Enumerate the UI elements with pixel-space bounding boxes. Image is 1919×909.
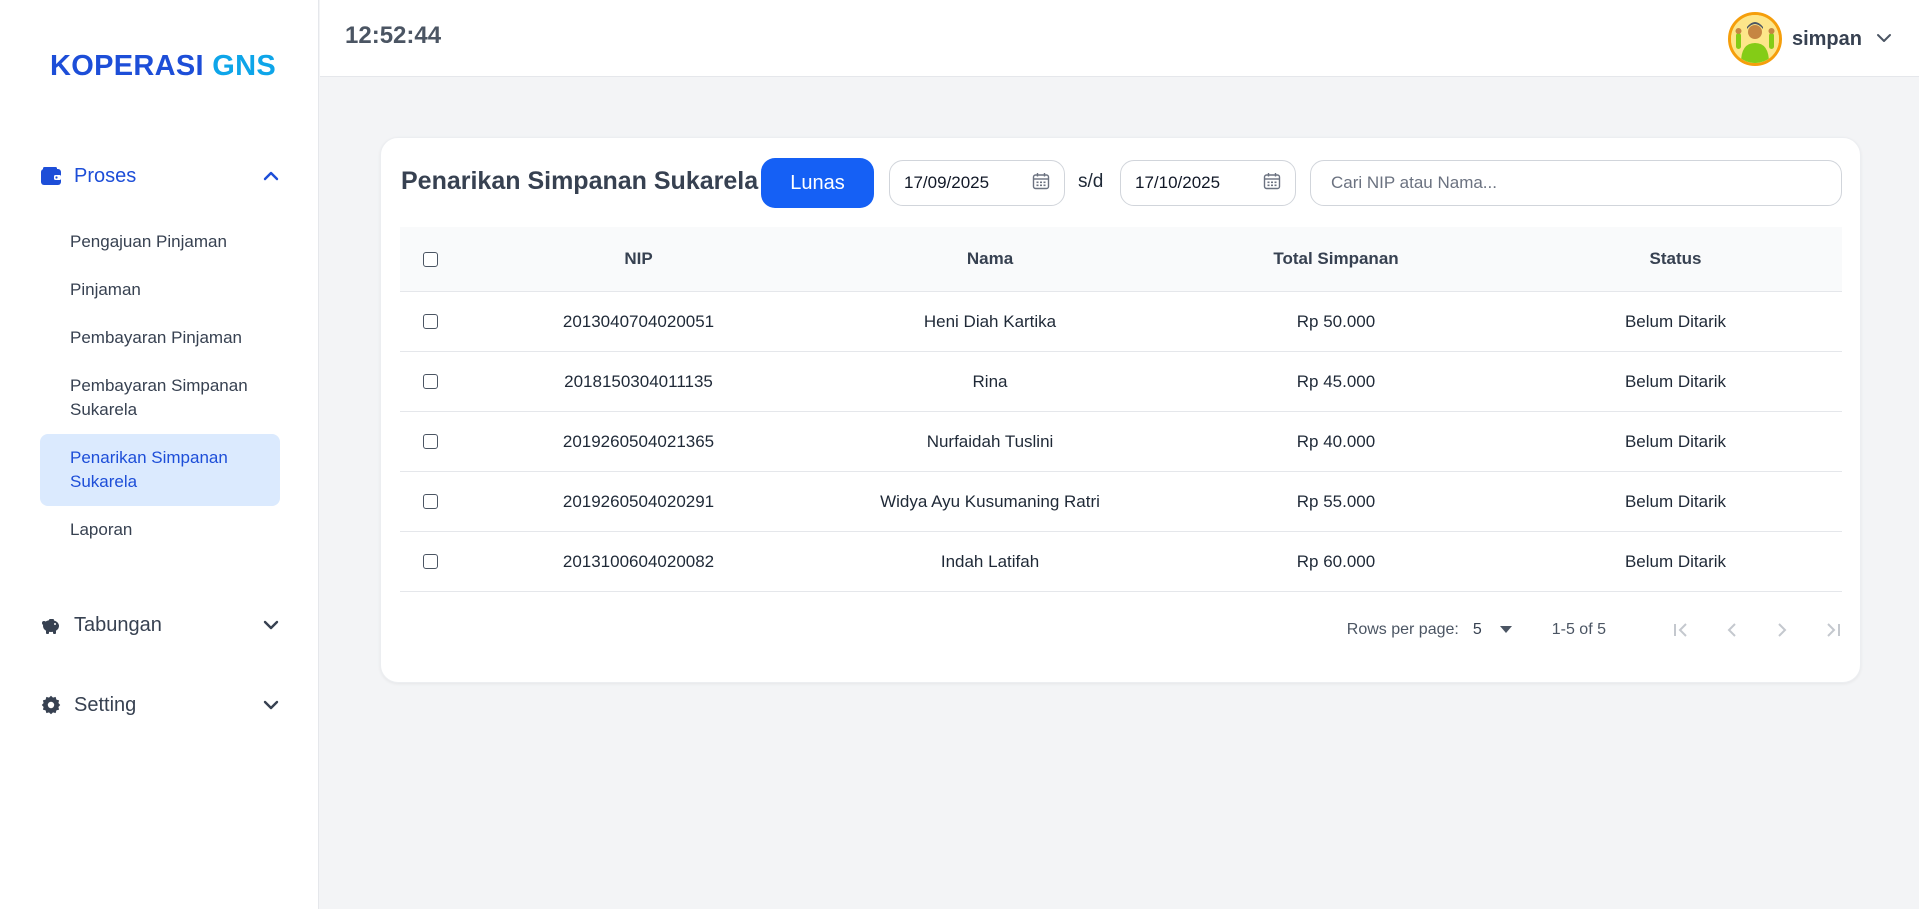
rows-per-page-label: Rows per page: bbox=[1346, 621, 1459, 638]
row-select-cell bbox=[400, 494, 460, 509]
table-row[interactable]: 2013100604020082 Indah Latifah Rp 60.000… bbox=[400, 532, 1842, 592]
brand-logo[interactable]: KOPERASI GNS bbox=[50, 50, 276, 83]
select-all-cell bbox=[400, 251, 460, 267]
sidebar-item-penarikan-simpanan-sukarela[interactable]: Penarikan Simpanan Sukarela bbox=[40, 434, 280, 506]
row-select-cell bbox=[400, 314, 460, 329]
cell-total-simpanan: Rp 55.000 bbox=[1296, 491, 1376, 511]
piggy-bank-icon bbox=[40, 614, 62, 636]
cell-nip: 2013100604020082 bbox=[562, 551, 715, 571]
caret-down-icon bbox=[1499, 621, 1512, 639]
cell-nama: Indah Latifah bbox=[940, 551, 1040, 571]
date-from-field[interactable]: 17/09/2025 bbox=[889, 160, 1065, 206]
search-input[interactable] bbox=[1310, 160, 1842, 206]
calendar-icon[interactable] bbox=[1032, 172, 1050, 195]
select-all-checkbox[interactable] bbox=[422, 251, 438, 267]
withdrawal-table: NIP Nama Total Simpanan Status 201304070… bbox=[400, 227, 1842, 592]
table-row[interactable]: 2019260504020291 Widya Ayu Kusumaning Ra… bbox=[400, 472, 1842, 532]
user-menu[interactable]: simpan bbox=[1727, 11, 1892, 67]
cell-status: Belum Ditarik bbox=[1509, 549, 1842, 575]
sidebar-group-proses[interactable]: Proses bbox=[40, 158, 280, 194]
table-header-row: NIP Nama Total Simpanan Status bbox=[400, 227, 1842, 292]
cell-total-simpanan: Rp 50.000 bbox=[1296, 311, 1376, 331]
avatar bbox=[1727, 12, 1782, 66]
chevron-up-icon bbox=[262, 167, 280, 185]
previous-page-icon[interactable] bbox=[1720, 618, 1744, 642]
status-badge: Belum Ditarik bbox=[1624, 431, 1727, 451]
gear-icon bbox=[40, 694, 62, 716]
sidebar-item-pembayaran-pinjaman[interactable]: Pembayaran Pinjaman bbox=[40, 314, 280, 362]
next-page-icon[interactable] bbox=[1770, 618, 1794, 642]
date-to-field[interactable]: 17/10/2025 bbox=[1120, 160, 1296, 206]
sidebar-item-pembayaran-simpanan-sukarela[interactable]: Pembayaran Simpanan Sukarela bbox=[40, 362, 280, 434]
sidebar-group-setting[interactable]: Setting bbox=[40, 687, 280, 723]
cell-nama: Heni Diah Kartika bbox=[923, 311, 1057, 331]
rows-per-page-value: 5 bbox=[1472, 621, 1482, 638]
row-select-cell bbox=[400, 434, 460, 449]
column-header-total-simpanan[interactable]: Total Simpanan bbox=[1163, 249, 1509, 269]
chevron-down-icon bbox=[1876, 30, 1892, 48]
column-header-status[interactable]: Status bbox=[1509, 249, 1842, 269]
table-row[interactable]: 2013040704020051 Heni Diah Kartika Rp 50… bbox=[400, 292, 1842, 352]
rows-per-page-select[interactable]: 5 bbox=[1473, 621, 1512, 639]
table-row[interactable]: 2018150304011135 Rina Rp 45.000 Belum Di… bbox=[400, 352, 1842, 412]
sidebar-item-laporan[interactable]: Laporan bbox=[40, 506, 280, 554]
sidebar-item-pinjaman[interactable]: Pinjaman bbox=[40, 266, 280, 314]
row-select-cell bbox=[400, 374, 460, 389]
date-from-value: 17/09/2025 bbox=[904, 173, 990, 192]
brand-primary: KOPERASI bbox=[50, 50, 204, 82]
page-title: Penarikan Simpanan Sukarela bbox=[401, 167, 759, 195]
date-to-value: 17/10/2025 bbox=[1135, 173, 1221, 192]
row-select-cell bbox=[400, 554, 460, 569]
cell-nama: Rina bbox=[972, 371, 1008, 391]
sidebar-item-pengajuan-pinjaman[interactable]: Pengajuan Pinjaman bbox=[40, 218, 280, 266]
sidebar-nav-proses: Pengajuan Pinjaman Pinjaman Pembayaran P… bbox=[40, 218, 280, 554]
row-checkbox[interactable] bbox=[422, 494, 438, 509]
row-checkbox[interactable] bbox=[422, 374, 438, 389]
cell-nama: Widya Ayu Kusumaning Ratri bbox=[880, 491, 1100, 511]
brand-secondary: GNS bbox=[212, 50, 276, 82]
status-badge: Belum Ditarik bbox=[1624, 551, 1727, 571]
pagination: Rows per page: 5 1-5 of 5 bbox=[1347, 615, 1844, 645]
table-row[interactable]: 2019260504021365 Nurfaidah Tuslini Rp 40… bbox=[400, 412, 1842, 472]
lunas-button[interactable]: Lunas bbox=[761, 158, 874, 208]
chevron-down-icon bbox=[262, 696, 280, 714]
date-separator: s/d bbox=[1078, 171, 1104, 192]
row-checkbox[interactable] bbox=[422, 554, 438, 569]
cell-nama: Nurfaidah Tuslini bbox=[926, 431, 1054, 451]
cell-status: Belum Ditarik bbox=[1509, 309, 1842, 335]
cell-status: Belum Ditarik bbox=[1509, 429, 1842, 455]
cell-nip: 2019260504021365 bbox=[562, 431, 715, 451]
status-badge: Belum Ditarik bbox=[1624, 491, 1727, 511]
column-header-nip[interactable]: NIP bbox=[460, 249, 817, 269]
cell-total-simpanan: Rp 40.000 bbox=[1296, 431, 1376, 451]
top-bar: 12:52:44 simpan bbox=[320, 0, 1919, 77]
calendar-icon[interactable] bbox=[1263, 172, 1281, 195]
withdrawal-card: Penarikan Simpanan Sukarela Lunas 17/09/… bbox=[380, 137, 1861, 683]
chevron-down-icon bbox=[262, 616, 280, 634]
sidebar-group-label: Proses bbox=[74, 164, 137, 187]
status-badge: Belum Ditarik bbox=[1624, 371, 1727, 391]
column-header-nama[interactable]: Nama bbox=[817, 249, 1163, 269]
cell-total-simpanan: Rp 45.000 bbox=[1296, 371, 1376, 391]
last-page-icon[interactable] bbox=[1820, 618, 1844, 642]
sidebar-group-tabungan[interactable]: Tabungan bbox=[40, 607, 280, 643]
cell-nip: 2018150304011135 bbox=[564, 371, 713, 391]
cell-nip: 2019260504020291 bbox=[562, 491, 715, 511]
clock: 12:52:44 bbox=[345, 22, 442, 49]
pagination-range: 1-5 of 5 bbox=[1551, 621, 1606, 638]
status-badge: Belum Ditarik bbox=[1624, 311, 1727, 331]
row-checkbox[interactable] bbox=[422, 314, 438, 329]
cell-total-simpanan: Rp 60.000 bbox=[1296, 551, 1376, 571]
sidebar-group-label: Setting bbox=[74, 693, 137, 716]
sidebar: KOPERASI GNS Proses Pengajuan Pinjaman P… bbox=[0, 0, 319, 909]
cell-status: Belum Ditarik bbox=[1509, 369, 1842, 395]
wallet-icon bbox=[40, 165, 62, 187]
sidebar-group-label: Tabungan bbox=[74, 613, 162, 636]
row-checkbox[interactable] bbox=[422, 434, 438, 449]
first-page-icon[interactable] bbox=[1670, 618, 1694, 642]
cell-nip: 2013040704020051 bbox=[562, 311, 715, 331]
cell-status: Belum Ditarik bbox=[1509, 489, 1842, 515]
username: simpan bbox=[1791, 27, 1862, 50]
